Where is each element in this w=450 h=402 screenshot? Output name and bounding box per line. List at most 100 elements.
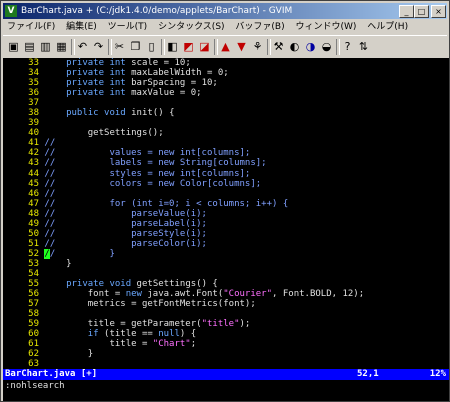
find-replace-icon[interactable]: ◧ xyxy=(165,39,180,54)
line-text xyxy=(39,118,44,128)
save-icon[interactable]: ▤ xyxy=(22,39,37,54)
line-number: 47 xyxy=(28,198,39,209)
window-title: BarChart.java + (C:/jdk1.4.0/demo/applet… xyxy=(21,6,293,16)
line-number: 61 xyxy=(28,339,39,350)
editor-line: 55 private void getSettings() { xyxy=(3,279,449,289)
line-number: 62 xyxy=(28,349,39,360)
find-prev-icon[interactable]: ◪ xyxy=(197,39,212,54)
line-number: 39 xyxy=(28,118,39,129)
line-text: public void init() { xyxy=(66,108,175,119)
make-icon[interactable]: ⚒ xyxy=(271,39,286,54)
save-session-icon[interactable]: ▼ xyxy=(234,39,249,54)
menu-buffers[interactable]: バッファ(B) xyxy=(231,20,288,34)
line-text: // labels = new String[columns]; xyxy=(44,158,267,169)
line-number: 54 xyxy=(28,268,39,279)
redo-icon[interactable]: ↷ xyxy=(91,39,106,54)
editor-line: 44 // styles = new int[columns]; xyxy=(3,169,449,179)
editor-line: 46 // xyxy=(3,189,449,199)
line-number: 43 xyxy=(28,158,39,169)
line-text: // xyxy=(44,188,56,199)
undo-icon[interactable]: ↶ xyxy=(75,39,90,54)
line-text: // } xyxy=(44,248,115,259)
run-script-icon[interactable]: ⚘ xyxy=(250,39,265,54)
shell-icon[interactable]: ◑ xyxy=(303,39,318,54)
help-icon[interactable]: ? xyxy=(340,39,355,54)
menu-edit[interactable]: 編集(E) xyxy=(62,20,101,34)
line-text: // styles = new int[columns]; xyxy=(44,168,251,179)
load-session-icon[interactable]: ▲ xyxy=(218,39,233,54)
text-editor[interactable]: 33 private int scale = 10; 34 private int… xyxy=(3,58,449,369)
editor-line: 41 // xyxy=(3,138,449,148)
line-text: getSettings(); xyxy=(39,128,164,139)
print-icon[interactable]: ▦ xyxy=(54,39,69,54)
line-number: 45 xyxy=(28,178,39,189)
line-text: } xyxy=(39,258,72,269)
line-number: 35 xyxy=(28,78,39,89)
run-ctags-icon[interactable]: ◒ xyxy=(319,39,334,54)
editor-line: 62 } xyxy=(3,349,449,359)
editor-line: 38 public void init() { xyxy=(3,108,449,118)
editor-line: 40 getSettings(); xyxy=(3,128,449,138)
copy-icon[interactable]: ❐ xyxy=(128,39,143,54)
editor-line: 60 if (title == null) { xyxy=(3,329,449,339)
line-text: private int maxLabelWidth = 0; xyxy=(66,68,229,79)
line-number: 63 xyxy=(28,359,39,369)
line-text: // xyxy=(44,138,56,149)
line-number: 50 xyxy=(28,228,39,239)
find-help-icon[interactable]: ⇅ xyxy=(356,39,371,54)
vim-app-icon[interactable]: V xyxy=(5,5,17,17)
editor-line: 52 // } xyxy=(3,248,449,259)
menu-window[interactable]: ウィンドウ(W) xyxy=(292,20,361,34)
status-filename: BarChart.java [+] xyxy=(5,369,98,379)
editor-line: 43 // labels = new String[columns]; xyxy=(3,158,449,168)
line-text: } xyxy=(39,349,94,360)
editor-line: 47 // for (int i=0; i < columns; i++) { xyxy=(3,199,449,209)
editor-line: 34 private int maxLabelWidth = 0; xyxy=(3,68,449,78)
gvim-window: V BarChart.java + (C:/jdk1.4.0/demo/appl… xyxy=(0,0,450,402)
editor-line: 63 xyxy=(3,359,449,369)
line-number: 42 xyxy=(28,148,39,159)
minimize-button[interactable]: _ xyxy=(399,5,414,18)
line-text: // values = new int[columns]; xyxy=(44,148,251,159)
status-line: BarChart.java [+] 52,1 12% xyxy=(3,369,449,380)
line-number: 34 xyxy=(28,68,39,79)
line-number: 57 xyxy=(28,299,39,310)
menu-bar: ファイル(F) 編集(E) ツール(T) シンタックス(S) バッファ(B) ウ… xyxy=(3,20,447,34)
editor-line: 42 // values = new int[columns]; xyxy=(3,148,449,158)
line-text xyxy=(39,359,44,369)
maximize-button[interactable]: □ xyxy=(414,5,429,18)
line-text: title = getParameter("title"); xyxy=(39,319,251,330)
line-number: 33 xyxy=(28,58,39,68)
cut-icon[interactable]: ✂ xyxy=(112,39,127,54)
menu-syntax[interactable]: シンタックス(S) xyxy=(154,20,228,34)
menu-help[interactable]: ヘルプ(H) xyxy=(363,20,412,34)
cursor-position: 52,1 xyxy=(357,369,379,379)
line-number: 55 xyxy=(28,279,39,290)
toolbar: ▣ ▤ ▥ ▦ ↶ ↷ ✂ ❐ ▯ ◧ ◩ ◪ ▲ ▼ ⚘ ⚒ ◐ ◑ ◒ ? … xyxy=(3,35,447,59)
line-text: // parseValue(i); xyxy=(44,208,207,219)
close-button[interactable]: × xyxy=(431,5,446,18)
paste-icon[interactable]: ▯ xyxy=(144,39,159,54)
line-number: 60 xyxy=(28,329,39,340)
line-number: 41 xyxy=(28,138,39,149)
line-number: 53 xyxy=(28,258,39,269)
line-text: private int maxValue = 0; xyxy=(66,88,202,99)
save-all-icon[interactable]: ▥ xyxy=(38,39,53,54)
menu-file[interactable]: ファイル(F) xyxy=(3,20,59,34)
line-text: font = new java.awt.Font("Courier", Font… xyxy=(39,289,365,300)
editor-line: 57 metrics = getFontMetrics(font); xyxy=(3,299,449,309)
menu-tools[interactable]: ツール(T) xyxy=(104,20,152,34)
find-next-icon[interactable]: ◩ xyxy=(181,39,196,54)
line-text: // parseLabel(i); xyxy=(44,218,207,229)
open-icon[interactable]: ▣ xyxy=(6,39,21,54)
title-bar[interactable]: V BarChart.java + (C:/jdk1.4.0/demo/appl… xyxy=(3,3,447,19)
line-number: 46 xyxy=(28,188,39,199)
editor-line: 59 title = getParameter("title"); xyxy=(3,319,449,329)
tags-icon[interactable]: ◐ xyxy=(287,39,302,54)
editor-line: 54 xyxy=(3,269,449,279)
line-number: 51 xyxy=(28,238,39,249)
command-line[interactable]: :nohlsearch xyxy=(3,380,449,401)
editor-line: 53 } xyxy=(3,259,449,269)
editor-line: 56 font = new java.awt.Font("Courier", F… xyxy=(3,289,449,299)
line-number: 40 xyxy=(28,128,39,139)
